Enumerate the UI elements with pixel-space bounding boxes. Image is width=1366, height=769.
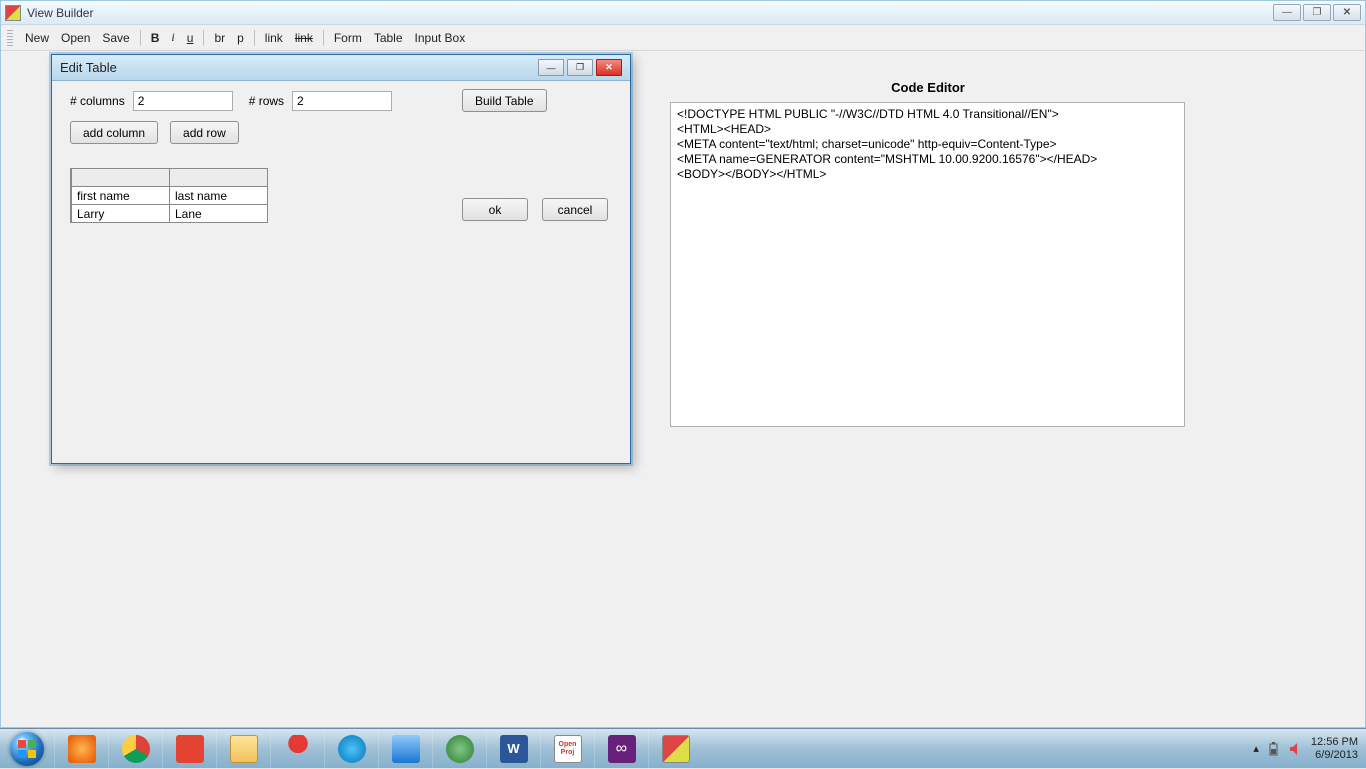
battery-icon[interactable] xyxy=(1267,742,1281,756)
ie-icon xyxy=(338,735,366,763)
box-icon xyxy=(392,735,420,763)
taskbar-app-pin[interactable] xyxy=(270,729,324,769)
add-column-button[interactable]: add column xyxy=(70,121,158,144)
taskbar-apps: W OpenProj ∞ xyxy=(54,729,702,769)
table-row: first name last name xyxy=(71,187,268,205)
system-tray: ▴ 12:56 PM 6/9/2013 xyxy=(1253,736,1366,762)
table-button[interactable]: Table xyxy=(368,29,409,47)
toolbar-separator xyxy=(203,30,204,46)
taskbar-app-word[interactable]: W xyxy=(486,729,540,769)
volume-icon[interactable] xyxy=(1289,742,1303,756)
toolbar-separator xyxy=(254,30,255,46)
input-box-button[interactable]: Input Box xyxy=(409,29,472,47)
app-icon xyxy=(662,735,690,763)
cancel-button[interactable]: cancel xyxy=(542,198,608,221)
col-header[interactable] xyxy=(170,169,268,187)
table-row: Larry Lane xyxy=(71,205,268,223)
form-button[interactable]: Form xyxy=(328,29,368,47)
windows-orb-icon xyxy=(10,732,44,766)
table-header-row xyxy=(71,169,268,187)
columns-label: # columns xyxy=(70,94,125,108)
clock-time: 12:56 PM xyxy=(1311,736,1358,749)
columns-input[interactable] xyxy=(133,91,233,111)
build-table-button[interactable]: Build Table xyxy=(462,89,547,112)
close-button[interactable]: ✕ xyxy=(1333,4,1361,21)
dialog-minimize-button[interactable]: — xyxy=(538,59,564,76)
visual-studio-icon: ∞ xyxy=(608,735,636,763)
preview-table[interactable]: first name last name Larry Lane xyxy=(70,168,268,223)
tray-show-hidden-icon[interactable]: ▴ xyxy=(1253,742,1259,755)
dialog-body: # columns # rows Build Table add column … xyxy=(52,81,630,233)
toolbar-grip-icon xyxy=(7,30,13,46)
dialog-maximize-button[interactable]: ❐ xyxy=(567,59,593,76)
media-player-icon xyxy=(68,735,96,763)
link-button[interactable]: link xyxy=(259,29,289,47)
folder-icon xyxy=(230,735,258,763)
taskbar-app-explorer[interactable] xyxy=(216,729,270,769)
taskbar-app-todoist[interactable] xyxy=(162,729,216,769)
taskbar-app-openproj[interactable]: OpenProj xyxy=(540,729,594,769)
cell-first-name[interactable]: Larry xyxy=(72,205,170,223)
start-button[interactable] xyxy=(0,729,54,769)
br-button[interactable]: br xyxy=(208,29,231,47)
ok-button[interactable]: ok xyxy=(462,198,528,221)
code-editor-title: Code Editor xyxy=(670,80,1186,95)
edit-table-dialog: Edit Table — ❐ ✕ # columns # rows Build … xyxy=(51,54,631,464)
p-button[interactable]: p xyxy=(231,29,250,47)
taskbar-app-media-player[interactable] xyxy=(54,729,108,769)
dialog-close-button[interactable]: ✕ xyxy=(596,59,622,76)
word-icon: W xyxy=(500,735,528,763)
taskbar: W OpenProj ∞ ▴ 12:56 PM 6/9/2013 xyxy=(0,728,1366,768)
minimize-button[interactable]: — xyxy=(1273,4,1301,21)
app-icon xyxy=(5,5,21,21)
new-menu[interactable]: New xyxy=(19,29,55,47)
clock[interactable]: 12:56 PM 6/9/2013 xyxy=(1311,736,1358,762)
taskbar-app-visual-studio[interactable]: ∞ xyxy=(594,729,648,769)
bold-button[interactable]: B xyxy=(145,29,166,47)
taskbar-app-ie[interactable] xyxy=(324,729,378,769)
cell-first-name-header[interactable]: first name xyxy=(72,187,170,205)
cell-last-name-header[interactable]: last name xyxy=(170,187,268,205)
taskbar-app-globe[interactable] xyxy=(432,729,486,769)
todoist-icon xyxy=(176,735,204,763)
dialog-title-bar[interactable]: Edit Table — ❐ ✕ xyxy=(52,55,630,81)
toolbar: New Open Save B i u br p link link Form … xyxy=(1,25,1365,51)
globe-icon xyxy=(446,735,474,763)
add-row-button[interactable]: add row xyxy=(170,121,239,144)
title-bar[interactable]: View Builder — ❐ ✕ xyxy=(1,1,1365,25)
clock-date: 6/9/2013 xyxy=(1311,749,1358,762)
open-menu[interactable]: Open xyxy=(55,29,96,47)
taskbar-app-box[interactable] xyxy=(378,729,432,769)
italic-button[interactable]: i xyxy=(165,28,180,47)
chrome-icon xyxy=(122,735,150,763)
toolbar-separator xyxy=(323,30,324,46)
col-header[interactable] xyxy=(72,169,170,187)
cell-last-name[interactable]: Lane xyxy=(170,205,268,223)
maximize-button[interactable]: ❐ xyxy=(1303,4,1331,21)
pin-icon xyxy=(284,735,312,763)
code-editor-textarea[interactable]: <!DOCTYPE HTML PUBLIC "-//W3C//DTD HTML … xyxy=(670,102,1185,427)
dialog-footer: ok cancel xyxy=(462,198,608,221)
dialog-title: Edit Table xyxy=(60,60,535,75)
rows-input[interactable] xyxy=(292,91,392,111)
openproj-icon: OpenProj xyxy=(554,735,582,763)
taskbar-app-current[interactable] xyxy=(648,729,702,769)
toolbar-separator xyxy=(140,30,141,46)
window-title: View Builder xyxy=(27,6,1271,20)
rows-label: # rows xyxy=(249,94,284,108)
unlink-button[interactable]: link xyxy=(289,29,319,47)
taskbar-app-chrome[interactable] xyxy=(108,729,162,769)
save-menu[interactable]: Save xyxy=(96,29,135,47)
underline-button[interactable]: u xyxy=(181,29,200,47)
